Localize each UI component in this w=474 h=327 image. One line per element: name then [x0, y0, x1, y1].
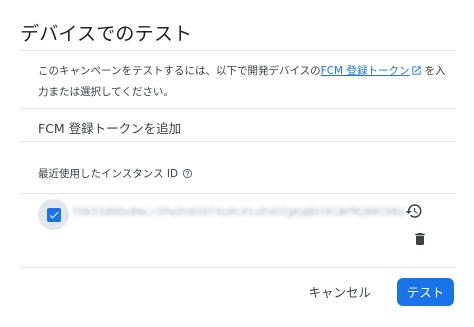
help-icon[interactable] [182, 168, 193, 179]
divider [20, 141, 456, 142]
recent-label-text: 最近使用したインスタンス ID [38, 168, 179, 180]
fcm-token-link[interactable]: FCM 登録トークン [321, 65, 410, 77]
external-link-icon[interactable] [411, 64, 422, 83]
divider [20, 108, 456, 109]
dialog-title: デバイスでのテスト [20, 23, 193, 45]
divider [20, 193, 456, 194]
description-text: このキャンペーンをテストするには、以下で開発デバイスの [38, 65, 321, 77]
check-icon [46, 207, 61, 222]
divider [20, 50, 456, 51]
dialog-actions: キャンセル テスト [300, 274, 454, 309]
divider [20, 267, 456, 268]
test-on-device-dialog: デバイスでのテスト このキャンペーンをテストするには、以下で開発デバイスのFCM… [0, 0, 474, 327]
recent-instance-id-label: 最近使用したインスタンス ID [38, 166, 193, 181]
cancel-button[interactable]: キャンセル [300, 274, 379, 309]
history-icon[interactable] [403, 200, 425, 222]
delete-icon[interactable] [409, 228, 431, 250]
instance-checkbox[interactable] [38, 199, 69, 230]
add-fcm-token-input[interactable]: FCM 登録トークンを追加 [38, 118, 181, 137]
instance-id-token: fXk3Jd9Qx8mLr2PwZn6VbT4yHcA1sEoU7gKqN5tR… [72, 207, 406, 218]
dialog-description: このキャンペーンをテストするには、以下で開発デバイスのFCM 登録トークン を入力… [38, 62, 448, 102]
test-button[interactable]: テスト [397, 277, 454, 306]
